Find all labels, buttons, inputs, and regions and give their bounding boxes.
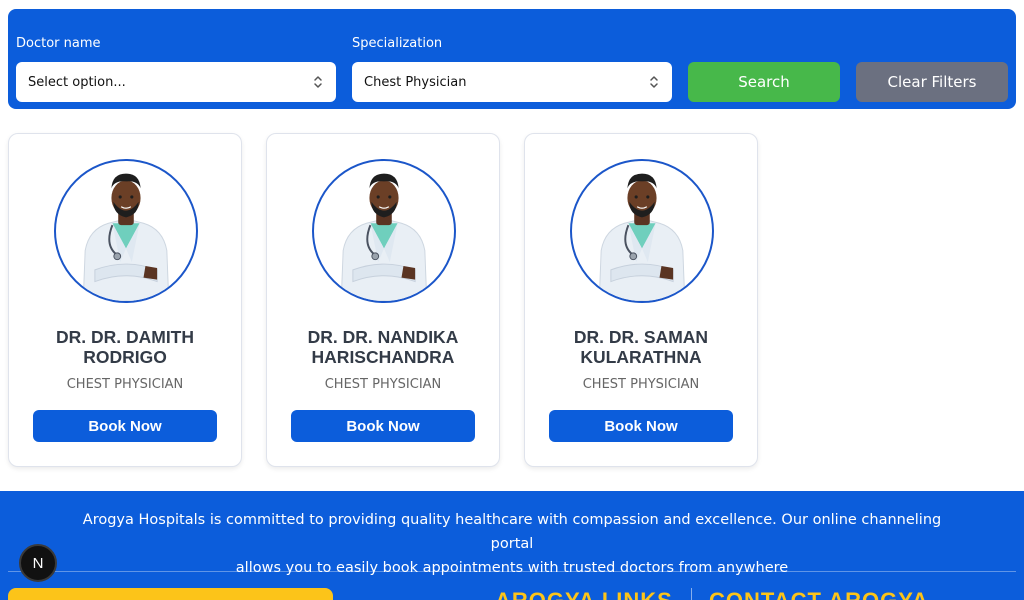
search-button[interactable]: Search (688, 62, 840, 102)
site-footer: Arogya Hospitals is committed to providi… (0, 491, 1024, 600)
doctor-specialization: CHEST PHYSICIAN (582, 377, 700, 392)
dev-tools-badge[interactable]: N (19, 544, 57, 582)
doctor-name: DR. DR. SAMAN KULARATHNA (525, 327, 757, 367)
specialization-label: Specialization (352, 36, 443, 51)
updown-chevron-icon (314, 76, 322, 88)
doctor-illustration-icon (56, 161, 196, 301)
doctor-name-line1: DR. DR. SAMAN (573, 327, 709, 347)
footer-about-line1: Arogya Hospitals is committed to providi… (82, 512, 942, 552)
doctor-name-select-value: Select option... (28, 74, 126, 90)
doctor-name: DR. DR. DAMITH RODRIGO (9, 327, 241, 367)
book-now-button[interactable]: Book Now (549, 410, 733, 442)
doctor-name-line2: RODRIGO (83, 347, 167, 367)
doctor-specialization: CHEST PHYSICIAN (324, 377, 442, 392)
updown-chevron-icon (650, 76, 658, 88)
footer-about-text: Arogya Hospitals is committed to providi… (60, 508, 964, 580)
doctor-avatar (312, 159, 456, 303)
doctor-card: DR. DR. SAMAN KULARATHNA CHEST PHYSICIAN… (524, 133, 758, 467)
doctor-name: DR. DR. NANDIKA HARISCHANDRA (267, 327, 499, 367)
footer-contact-heading: CONTACT AROGYA (709, 588, 929, 600)
footer-logo-block (8, 588, 333, 600)
doctor-avatar (570, 159, 714, 303)
doctor-card: DR. DR. DAMITH RODRIGO CHEST PHYSICIAN B… (8, 133, 242, 467)
clear-filters-button[interactable]: Clear Filters (856, 62, 1008, 102)
doctor-name-label: Doctor name (16, 36, 101, 51)
doctor-specialization: CHEST PHYSICIAN (66, 377, 184, 392)
doctor-name-line1: DR. DR. DAMITH (55, 327, 195, 347)
doctor-name-line1: DR. DR. NANDIKA (307, 327, 459, 347)
doctor-card: DR. DR. NANDIKA HARISCHANDRA CHEST PHYSI… (266, 133, 500, 467)
footer-about-line2: allows you to easily book appointments w… (235, 560, 789, 576)
footer-column-divider (691, 588, 692, 600)
specialization-select[interactable]: Chest Physician (352, 62, 672, 102)
doctor-name-line2: KULARATHNA (580, 347, 702, 367)
doctor-illustration-icon (314, 161, 454, 301)
filter-bar: Doctor name Select option... Specializat… (8, 9, 1016, 109)
footer-divider (8, 571, 1016, 572)
specialization-select-value: Chest Physician (364, 74, 467, 90)
doctor-avatar (54, 159, 198, 303)
doctor-name-select[interactable]: Select option... (16, 62, 336, 102)
doctor-illustration-icon (572, 161, 712, 301)
book-now-button[interactable]: Book Now (291, 410, 475, 442)
footer-links-heading: AROGYA LINKS (495, 588, 673, 600)
book-now-button[interactable]: Book Now (33, 410, 217, 442)
doctor-name-line2: HARISCHANDRA (311, 347, 455, 367)
